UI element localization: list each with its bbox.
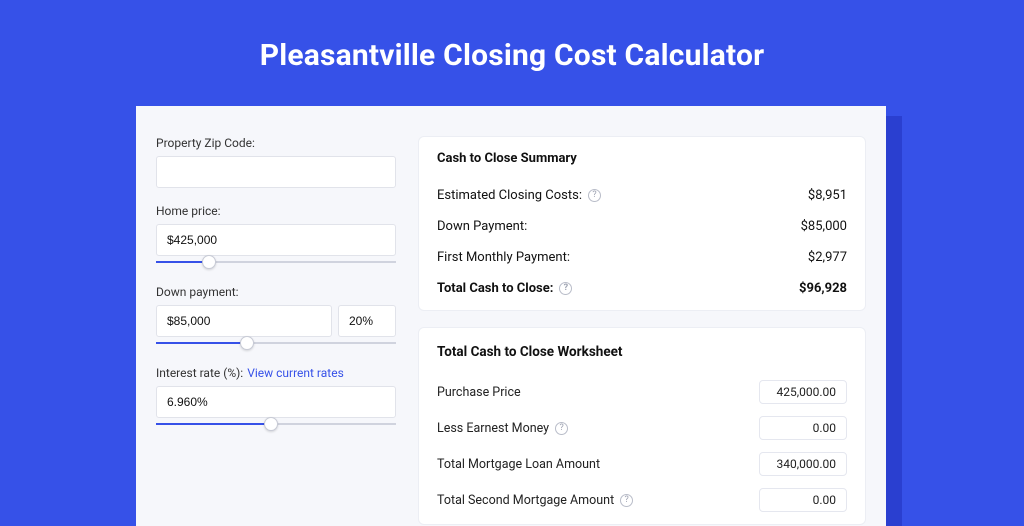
- summary-label: Estimated Closing Costs:: [437, 188, 582, 203]
- worksheet-title: Total Cash to Close Worksheet: [437, 344, 847, 360]
- worksheet-card: Total Cash to Close Worksheet Purchase P…: [418, 327, 866, 525]
- view-rates-link[interactable]: View current rates: [247, 366, 344, 380]
- down-payment-input[interactable]: [156, 305, 332, 337]
- summary-row-down-payment: Down Payment: $85,000: [437, 211, 847, 242]
- summary-value: $96,928: [799, 281, 847, 296]
- summary-label: Total Cash to Close:: [437, 281, 553, 296]
- summary-title: Cash to Close Summary: [437, 151, 847, 166]
- worksheet-value[interactable]: 340,000.00: [759, 452, 847, 476]
- help-icon[interactable]: ?: [559, 282, 572, 295]
- summary-value: $8,951: [808, 188, 847, 203]
- worksheet-label: Total Mortgage Loan Amount: [437, 457, 600, 472]
- worksheet-value[interactable]: 0.00: [759, 416, 847, 440]
- worksheet-value[interactable]: 0.00: [759, 488, 847, 512]
- interest-rate-label-text: Interest rate (%):: [156, 366, 243, 380]
- interest-rate-input[interactable]: [156, 386, 396, 418]
- slider-fill: [156, 423, 271, 425]
- inputs-column: Property Zip Code: Home price: Down paym…: [156, 136, 396, 525]
- summary-row-total: Total Cash to Close: ? $96,928: [437, 273, 847, 304]
- slider-fill: [156, 342, 247, 344]
- field-home-price: Home price:: [156, 204, 396, 269]
- help-icon[interactable]: ?: [620, 494, 633, 507]
- summary-value: $2,977: [808, 250, 847, 265]
- worksheet-row-earnest-money: Less Earnest Money ? 0.00: [437, 410, 847, 446]
- worksheet-value[interactable]: 425,000.00: [759, 380, 847, 404]
- slider-knob[interactable]: [240, 336, 254, 350]
- worksheet-label: Less Earnest Money: [437, 421, 549, 436]
- field-label-zip: Property Zip Code:: [156, 136, 396, 150]
- help-icon[interactable]: ?: [555, 422, 568, 435]
- worksheet-label: Purchase Price: [437, 385, 521, 400]
- slider-knob[interactable]: [264, 417, 278, 431]
- help-icon[interactable]: ?: [588, 189, 601, 202]
- home-price-slider[interactable]: [156, 255, 396, 269]
- summary-row-first-payment: First Monthly Payment: $2,977: [437, 242, 847, 273]
- worksheet-row-mortgage-amount: Total Mortgage Loan Amount 340,000.00: [437, 446, 847, 482]
- summary-label: First Monthly Payment:: [437, 250, 570, 265]
- interest-rate-slider[interactable]: [156, 417, 396, 431]
- zip-input[interactable]: [156, 156, 396, 188]
- summary-card: Cash to Close Summary Estimated Closing …: [418, 136, 866, 311]
- down-payment-pct-input[interactable]: [338, 305, 396, 337]
- field-label-down-payment: Down payment:: [156, 285, 396, 299]
- field-label-interest-rate: Interest rate (%): View current rates: [156, 366, 396, 380]
- field-down-payment: Down payment:: [156, 285, 396, 350]
- field-label-home-price: Home price:: [156, 204, 396, 218]
- page-title: Pleasantville Closing Cost Calculator: [0, 0, 1024, 95]
- worksheet-row-purchase-price: Purchase Price 425,000.00: [437, 374, 847, 410]
- field-zip: Property Zip Code:: [156, 136, 396, 188]
- summary-label: Down Payment:: [437, 219, 527, 234]
- down-payment-slider[interactable]: [156, 336, 396, 350]
- home-price-input[interactable]: [156, 224, 396, 256]
- summary-value: $85,000: [801, 219, 847, 234]
- summary-row-closing-costs: Estimated Closing Costs: ? $8,951: [437, 180, 847, 211]
- field-interest-rate: Interest rate (%): View current rates: [156, 366, 396, 431]
- worksheet-row-second-mortgage: Total Second Mortgage Amount ? 0.00: [437, 482, 847, 518]
- worksheet-label: Total Second Mortgage Amount: [437, 493, 614, 508]
- results-column: Cash to Close Summary Estimated Closing …: [418, 136, 866, 525]
- slider-knob[interactable]: [202, 255, 216, 269]
- calculator-card: Property Zip Code: Home price: Down paym…: [136, 106, 886, 526]
